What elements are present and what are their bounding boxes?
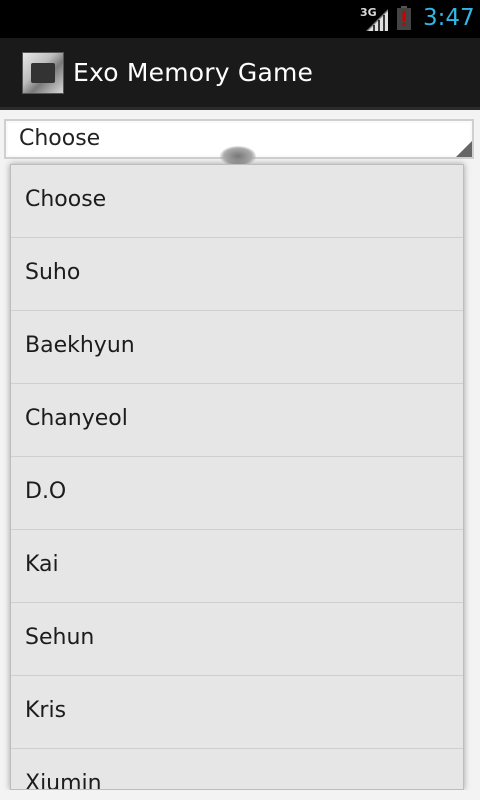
dropdown-item-kris[interactable]: Kris	[11, 676, 463, 749]
dropdown-item-label: Sehun	[25, 625, 95, 650]
screen: 3G 3:47 Exo Memory Game Choose Choose Su…	[0, 0, 480, 800]
spinner-selected-value: Choose	[19, 126, 101, 151]
dropdown-item-label: Xiumin	[25, 771, 102, 790]
app-icon[interactable]	[22, 52, 64, 94]
battery-alert-icon	[397, 6, 411, 30]
status-bar: 3G 3:47	[0, 0, 480, 38]
dropdown-item-suho[interactable]: Suho	[11, 238, 463, 311]
spinner-dropdown-list[interactable]: Choose Suho Baekhyun Chanyeol D.O Kai Se…	[10, 164, 464, 790]
dropdown-item-label: Baekhyun	[25, 333, 135, 358]
dropdown-item-choose[interactable]: Choose	[11, 165, 463, 238]
bottom-frame	[0, 790, 480, 800]
dropdown-item-label: Kai	[25, 552, 59, 577]
dropdown-item-label: Choose	[25, 187, 107, 212]
spinner-arrow-icon	[456, 141, 472, 157]
app-icon-art	[31, 63, 55, 83]
dropdown-item-sehun[interactable]: Sehun	[11, 603, 463, 676]
dropdown-item-baekhyun[interactable]: Baekhyun	[11, 311, 463, 384]
dropdown-item-label: D.O	[25, 479, 67, 504]
background-emblem-icon	[220, 146, 256, 166]
dropdown-item-chanyeol[interactable]: Chanyeol	[11, 384, 463, 457]
dropdown-item-label: Chanyeol	[25, 406, 128, 431]
signal-icon	[366, 9, 388, 31]
dropdown-item-label: Suho	[25, 260, 81, 285]
dropdown-item-label: Kris	[25, 698, 67, 723]
dropdown-item-do[interactable]: D.O	[11, 457, 463, 530]
action-bar: Exo Memory Game	[0, 38, 480, 110]
clock: 3:47	[423, 5, 475, 31]
dropdown-item-kai[interactable]: Kai	[11, 530, 463, 603]
app-title: Exo Memory Game	[73, 58, 314, 87]
dropdown-item-xiumin[interactable]: Xiumin	[11, 749, 463, 790]
